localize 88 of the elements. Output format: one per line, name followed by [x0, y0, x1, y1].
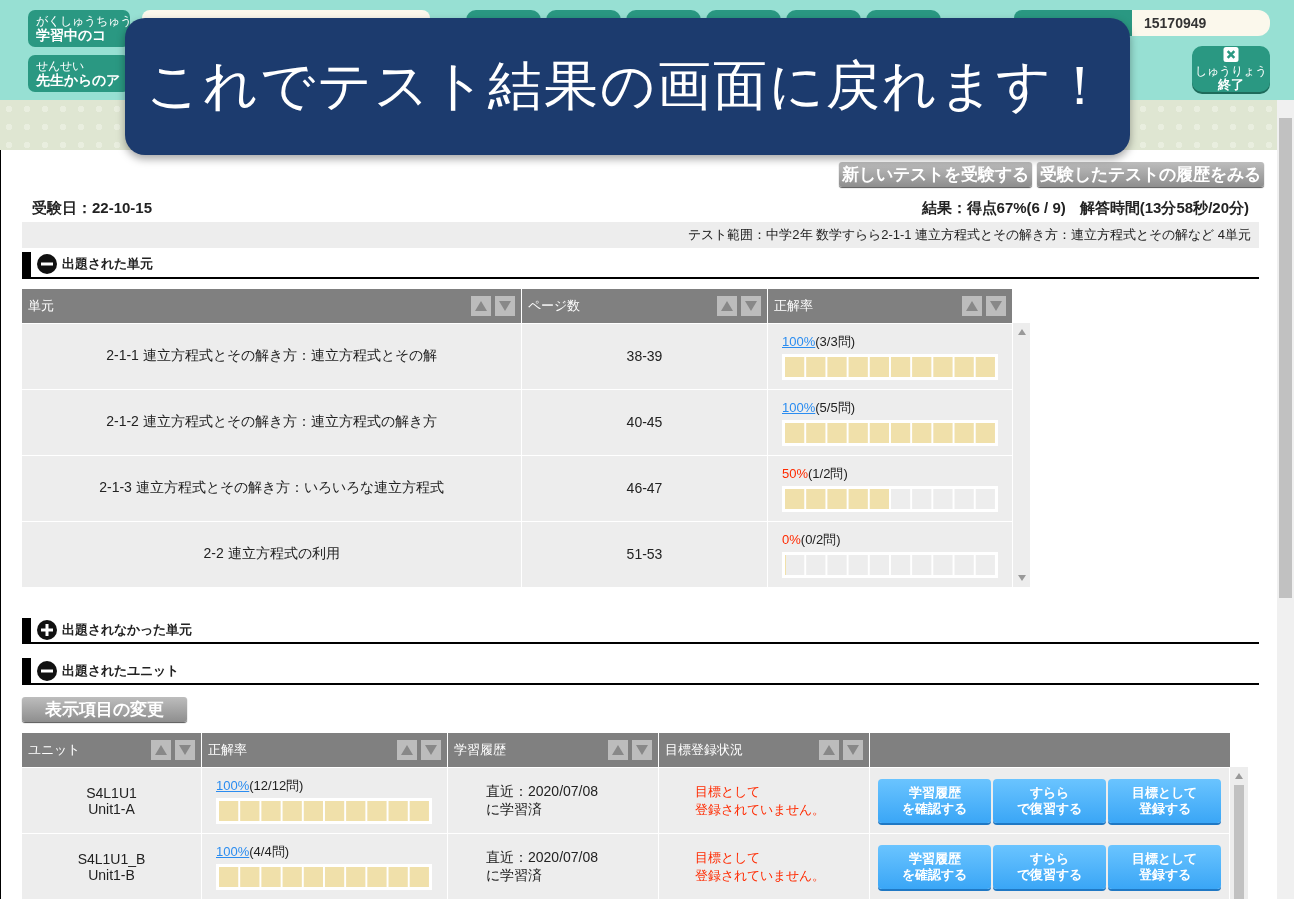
- section-header[interactable]: 出題されなかった単元: [22, 617, 1259, 645]
- caret-up-icon: [1018, 328, 1026, 335]
- score-text: 100%(5/5問): [782, 398, 855, 417]
- action-button[interactable]: 新しいテストを受験する: [839, 162, 1032, 187]
- action-button[interactable]: 学習履歴 を確認する: [878, 844, 991, 889]
- display-settings-button[interactable]: 表示項目の変更: [22, 697, 187, 722]
- column-title: 単元: [28, 296, 55, 315]
- table-cell: 2-1-1 連立方程式とその解き方：連立方程式とその解: [22, 322, 522, 389]
- table-cell: 2-1-3 連立方程式とその解き方：いろいろな連立方程式: [22, 454, 522, 521]
- triangle-down-icon: [424, 744, 438, 756]
- status-text: 目標として 登録されていません。: [695, 782, 825, 819]
- status-text: 目標として 登録されていません。: [695, 848, 825, 885]
- column-title: ユニット: [28, 741, 81, 759]
- score-text: 100%(3/3問): [782, 332, 855, 351]
- caret-up-icon: [1235, 773, 1243, 779]
- triangle-up-icon: [154, 744, 168, 756]
- triangle-down-icon: [744, 299, 758, 312]
- table-cell: 2-2 連立方程式の利用: [22, 520, 522, 587]
- triangle-down-icon: [635, 744, 649, 756]
- percent-link[interactable]: 100%: [216, 844, 250, 859]
- triangle-up-icon: [611, 744, 625, 756]
- sort-down-button[interactable]: [175, 740, 195, 760]
- triangle-down-icon: [498, 299, 512, 312]
- sort-up-button[interactable]: [819, 740, 839, 760]
- table-cell: 51-53: [522, 520, 768, 587]
- sort-up-button[interactable]: [471, 295, 491, 316]
- action-button[interactable]: 受験したテストの履歴をみる: [1037, 162, 1264, 187]
- table-cell: 38-39: [522, 322, 768, 389]
- sort-down-button[interactable]: [632, 740, 652, 760]
- sort-up-button[interactable]: [608, 740, 628, 760]
- triangle-down-icon: [989, 299, 1003, 312]
- table-cell: 2-1-2 連立方程式とその解き方：連立方程式の解き方: [22, 388, 522, 455]
- section-header[interactable]: 出題されたユニット: [22, 658, 1259, 685]
- triangle-down-icon: [178, 744, 192, 756]
- action-button[interactable]: すらら で復習する: [993, 844, 1106, 889]
- sort-down-button[interactable]: [495, 295, 515, 316]
- sort-up-button[interactable]: [397, 740, 417, 760]
- column-title: 学習履歴: [454, 741, 507, 759]
- action-button[interactable]: 学習履歴 を確認する: [878, 778, 991, 823]
- test-scope: テスト範囲：中学2年 数学すらら2-1-1 連立方程式とその解き方：連立方程式とその解など 4単元: [22, 222, 1259, 248]
- percent-text: 0%: [782, 531, 801, 547]
- triangle-down-icon: [846, 744, 860, 756]
- id-field: 15170949: [1132, 10, 1270, 36]
- sort-up-button[interactable]: [717, 295, 737, 316]
- sort-down-button[interactable]: [986, 295, 1006, 316]
- section-title: 出題されなかった単元: [62, 621, 192, 639]
- plus-icon: [37, 620, 57, 640]
- score-text: 100%(12/12問): [216, 777, 304, 795]
- column-title: 目標登録状況: [665, 741, 744, 759]
- action-button[interactable]: すらら で復習する: [993, 778, 1106, 823]
- minus-icon: [37, 660, 57, 681]
- score-text: 0%(0/2問): [782, 530, 841, 549]
- action-button[interactable]: 目標として 登録する: [1108, 844, 1221, 889]
- column-title: 正解率: [208, 741, 248, 759]
- exam-date: 受験日：22-10-15: [32, 199, 153, 218]
- minus-icon: [37, 254, 57, 275]
- section-header[interactable]: 出題された単元: [22, 252, 1259, 279]
- percent-text: 50%: [782, 465, 809, 481]
- section-title: 出題された単元: [62, 255, 153, 274]
- table-cell: S4L1U1_B Unit1-B: [22, 833, 202, 899]
- sort-down-button[interactable]: [421, 740, 441, 760]
- column-title: 正解率: [774, 296, 814, 315]
- column-title: ページ数: [528, 296, 581, 315]
- sort-up-button[interactable]: [151, 740, 171, 760]
- percent-link[interactable]: 100%: [216, 778, 250, 793]
- section-title: 出題されたユニット: [62, 661, 179, 680]
- score-text: 50%(1/2問): [782, 464, 848, 483]
- triangle-up-icon: [720, 299, 734, 312]
- result-text: 結果：得点67%(6 / 9) 解答時間(13分58秒/20分): [921, 199, 1249, 218]
- table-cell: 40-45: [522, 388, 768, 455]
- triangle-up-icon: [400, 744, 414, 756]
- triangle-up-icon: [822, 744, 836, 756]
- sort-down-button[interactable]: [843, 740, 863, 760]
- triangle-up-icon: [474, 299, 488, 312]
- sort-up-button[interactable]: [962, 295, 982, 316]
- table-cell: 直近：2020/07/08 に学習済: [448, 767, 659, 833]
- table-cell: S4L1U1 Unit1-A: [22, 767, 202, 833]
- percent-link[interactable]: 100%: [782, 333, 816, 349]
- quit-button[interactable]: しゅうりょう 終了: [1192, 46, 1270, 92]
- close-icon: [1222, 47, 1240, 62]
- triangle-up-icon: [965, 299, 979, 312]
- table-cell: 46-47: [522, 454, 768, 521]
- percent-link[interactable]: 100%: [782, 399, 816, 415]
- caret-down-icon: [1018, 574, 1026, 581]
- sort-down-button[interactable]: [741, 295, 761, 316]
- table-cell: 直近：2020/07/08 に学習済: [448, 833, 659, 899]
- action-button[interactable]: 目標として 登録する: [1108, 778, 1221, 823]
- score-text: 100%(4/4問): [216, 843, 289, 861]
